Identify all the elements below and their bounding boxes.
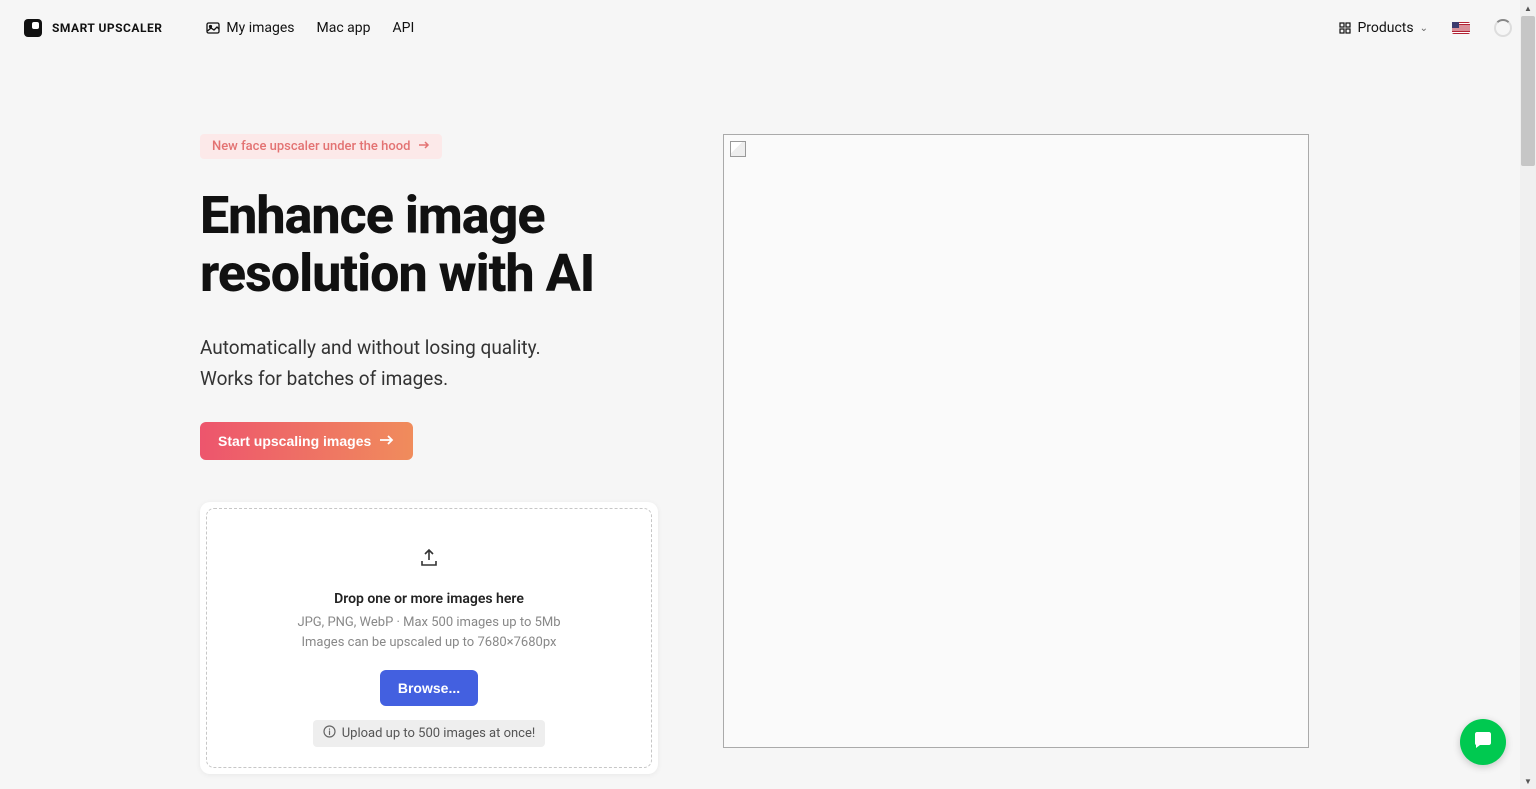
logo[interactable]: SMART UPSCALER	[24, 19, 162, 37]
drop-subtitle-line2: Images can be upscaled up to 7680×7680px	[302, 635, 557, 650]
grid-icon	[1339, 22, 1351, 34]
content-left: New face upscaler under the hood Enhance…	[200, 134, 658, 774]
arrow-right-icon	[379, 433, 395, 449]
nav-api[interactable]: API	[393, 20, 415, 36]
language-flag-us-icon[interactable]	[1452, 22, 1470, 34]
announcement-badge[interactable]: New face upscaler under the hood	[200, 134, 442, 159]
start-upscaling-button[interactable]: Start upscaling images	[200, 422, 413, 460]
nav-mac-app[interactable]: Mac app	[317, 20, 371, 36]
subtitle-line2: Works for batches of images.	[200, 367, 448, 390]
hero-title: Enhance image resolution with AI	[200, 187, 658, 303]
preview-image	[723, 134, 1309, 748]
chevron-down-icon: ⌄	[1420, 23, 1428, 34]
nav-links: My images Mac app API	[206, 20, 414, 36]
nav-my-images[interactable]: My images	[206, 20, 294, 36]
drop-title: Drop one or more images here	[227, 591, 631, 607]
drop-subtitle: JPG, PNG, WebP · Max 500 images up to 5M…	[227, 613, 631, 652]
broken-image-icon	[730, 141, 746, 157]
cta-label: Start upscaling images	[218, 433, 371, 449]
header-right: Products ⌄	[1339, 19, 1512, 37]
scrollbar-thumb[interactable]	[1521, 16, 1535, 166]
drop-zone[interactable]: Drop one or more images here JPG, PNG, W…	[206, 508, 652, 768]
subtitle-line1: Automatically and without losing quality…	[200, 336, 541, 359]
nav-label: Mac app	[317, 20, 371, 36]
upload-hint: Upload up to 500 images at once!	[313, 720, 545, 747]
upload-icon	[418, 547, 440, 573]
loading-spinner-icon	[1494, 19, 1512, 37]
browse-button[interactable]: Browse...	[380, 670, 478, 706]
products-dropdown[interactable]: Products ⌄	[1339, 20, 1428, 36]
nav-label: API	[393, 20, 415, 36]
scroll-down-arrow-icon[interactable]: ▼	[1520, 773, 1536, 789]
logo-icon	[24, 19, 42, 37]
drop-subtitle-line1: JPG, PNG, WebP · Max 500 images up to 5M…	[297, 615, 560, 630]
hint-text: Upload up to 500 images at once!	[342, 726, 535, 741]
scrollbar-track[interactable]: ▲ ▼	[1520, 0, 1536, 789]
chat-icon	[1472, 729, 1494, 755]
badge-text: New face upscaler under the hood	[212, 139, 410, 154]
upload-card: Drop one or more images here JPG, PNG, W…	[200, 502, 658, 774]
header: SMART UPSCALER My images Mac app API Pro…	[0, 0, 1536, 56]
products-label: Products	[1357, 20, 1413, 36]
arrow-right-icon	[418, 139, 430, 154]
info-icon	[323, 725, 336, 742]
chat-widget-button[interactable]	[1460, 719, 1506, 765]
hero-subtitle: Automatically and without losing quality…	[200, 333, 658, 394]
logo-text: SMART UPSCALER	[52, 21, 162, 35]
scroll-up-arrow-icon[interactable]: ▲	[1520, 0, 1536, 16]
content-right	[723, 134, 1336, 774]
nav-label: My images	[226, 20, 294, 36]
images-icon	[206, 21, 220, 35]
main-content: New face upscaler under the hood Enhance…	[0, 56, 1536, 774]
